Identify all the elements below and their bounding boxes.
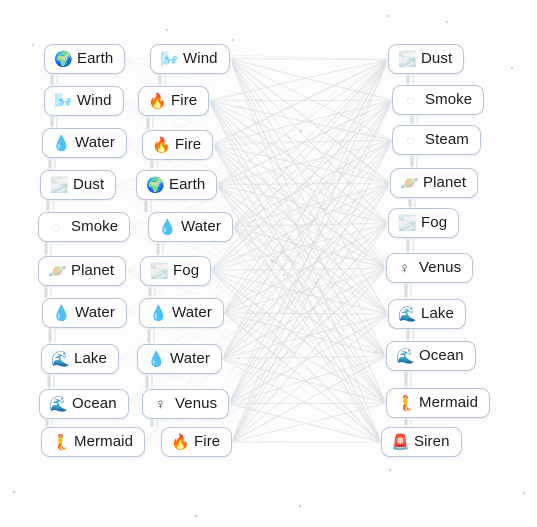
element-card-earth[interactable]: 🌍 Earth: [136, 170, 218, 200]
earth-globe-icon: 🌍: [146, 176, 165, 194]
water-droplet-icon: 💧: [158, 218, 177, 236]
element-card-steam[interactable]: ◌ Steam: [392, 125, 481, 155]
element-card-planet[interactable]: 🪐 Planet: [390, 168, 479, 198]
element-card-fire[interactable]: 🔥 Fire: [142, 130, 214, 160]
element-card-mermaid[interactable]: 🧜 Mermaid: [386, 388, 491, 418]
fog-cloud-icon: 🌫️: [398, 214, 417, 232]
element-card-label: Venus: [419, 259, 462, 276]
element-card-venus[interactable]: ♀ Venus: [386, 253, 474, 283]
element-card-label: Venus: [175, 395, 218, 412]
siren-light-icon: 🚨: [391, 433, 410, 451]
element-card-water[interactable]: 💧 Water: [137, 344, 222, 374]
element-card-lake[interactable]: 🌊 Lake: [41, 344, 119, 374]
wave-icon: 🌊: [51, 350, 70, 368]
smoke-puff-icon: ◌: [52, 219, 61, 235]
smoke-puff-icon: ◌: [406, 92, 415, 108]
element-card-ocean[interactable]: 🌊 Ocean: [39, 389, 129, 419]
element-card-label: Ocean: [419, 347, 464, 364]
element-card-label: Lake: [421, 305, 454, 322]
dust-cloud-icon: 🌫️: [398, 50, 417, 68]
element-card-water[interactable]: 💧 Water: [139, 298, 224, 328]
water-droplet-icon: 💧: [52, 304, 71, 322]
element-card-water[interactable]: 💧 Water: [148, 212, 233, 242]
element-card-mermaid[interactable]: 🧜 Mermaid: [41, 427, 146, 457]
element-card-planet[interactable]: 🪐 Planet: [38, 256, 127, 286]
element-card-ocean[interactable]: 🌊 Ocean: [386, 341, 476, 371]
wave-icon: 🌊: [396, 347, 415, 365]
element-card-label: Water: [170, 350, 210, 367]
element-card-label: Fire: [194, 433, 221, 450]
element-card-label: Fog: [173, 262, 200, 279]
ringed-planet-icon: 🪐: [400, 174, 419, 192]
fire-flame-icon: 🔥: [148, 92, 167, 110]
fog-cloud-icon: 🌫️: [150, 262, 169, 280]
fire-flame-icon: 🔥: [171, 433, 190, 451]
element-card-lake[interactable]: 🌊 Lake: [388, 299, 466, 329]
fire-flame-icon: 🔥: [152, 136, 171, 154]
venus-symbol-icon: ♀: [154, 395, 167, 413]
element-card-label: Ocean: [72, 395, 117, 412]
wave-icon: 🌊: [398, 305, 417, 323]
element-card-wind[interactable]: 🌬️ Wind: [44, 86, 124, 116]
element-card-label: Siren: [414, 433, 450, 450]
element-card-label: Water: [172, 304, 212, 321]
wind-blowing-icon: 🌬️: [54, 92, 73, 110]
element-card-label: Water: [181, 218, 221, 235]
element-card-label: Dust: [421, 50, 453, 67]
element-card-fire[interactable]: 🔥 Fire: [161, 427, 233, 457]
element-card-label: Water: [75, 134, 115, 151]
element-card-earth[interactable]: 🌍 Earth: [44, 44, 126, 74]
ringed-planet-icon: 🪐: [48, 262, 67, 280]
element-card-label: Wind: [77, 92, 112, 109]
steam-puff-icon: ◌: [406, 132, 415, 148]
element-card-label: Smoke: [71, 218, 119, 235]
element-card-label: Water: [75, 304, 115, 321]
element-card-label: Smoke: [425, 91, 473, 108]
element-card-wind[interactable]: 🌬️ Wind: [150, 44, 230, 74]
water-droplet-icon: 💧: [52, 134, 71, 152]
venus-symbol-icon: ♀: [398, 259, 411, 277]
wave-icon: 🌊: [49, 395, 68, 413]
element-card-fog[interactable]: 🌫️ Fog: [388, 208, 460, 238]
earth-globe-icon: 🌍: [54, 50, 73, 68]
element-card-label: Earth: [169, 176, 206, 193]
element-card-dust[interactable]: 🌫️ Dust: [388, 44, 465, 74]
element-card-label: Steam: [425, 131, 469, 148]
element-card-label: Fire: [171, 92, 198, 109]
element-card-label: Fog: [421, 214, 448, 231]
element-card-fog[interactable]: 🌫️ Fog: [140, 256, 212, 286]
mermaid-icon: 🧜: [396, 394, 415, 412]
element-card-smoke[interactable]: ◌ Smoke: [392, 85, 485, 115]
element-card-label: Earth: [77, 50, 114, 67]
element-card-water[interactable]: 💧 Water: [42, 128, 127, 158]
water-droplet-icon: 💧: [147, 350, 166, 368]
element-card-label: Lake: [74, 350, 107, 367]
element-card-label: Dust: [73, 176, 105, 193]
water-droplet-icon: 💧: [149, 304, 168, 322]
dust-cloud-icon: 🌫️: [50, 176, 69, 194]
element-card-label: Planet: [423, 174, 467, 191]
element-card-smoke[interactable]: ◌ Smoke: [38, 212, 131, 242]
element-card-label: Planet: [71, 262, 115, 279]
element-card-water[interactable]: 💧 Water: [42, 298, 127, 328]
element-card-label: Fire: [175, 136, 202, 153]
element-card-label: Mermaid: [74, 433, 134, 450]
wind-blowing-icon: 🌬️: [160, 50, 179, 68]
element-card-label: Mermaid: [419, 394, 479, 411]
element-card-label: Wind: [183, 50, 218, 67]
element-card-siren[interactable]: 🚨 Siren: [381, 427, 462, 457]
element-card-venus[interactable]: ♀ Venus: [142, 389, 230, 419]
element-card-dust[interactable]: 🌫️ Dust: [40, 170, 117, 200]
crafting-graph-canvas[interactable]: 🌍 Earth 🌬️ Wind 💧 Water 🌫️ Dust ◌ Smoke 🪐 Planet 💧 Wa…: [0, 0, 537, 527]
element-card-fire[interactable]: 🔥 Fire: [138, 86, 210, 116]
mermaid-icon: 🧜: [51, 433, 70, 451]
